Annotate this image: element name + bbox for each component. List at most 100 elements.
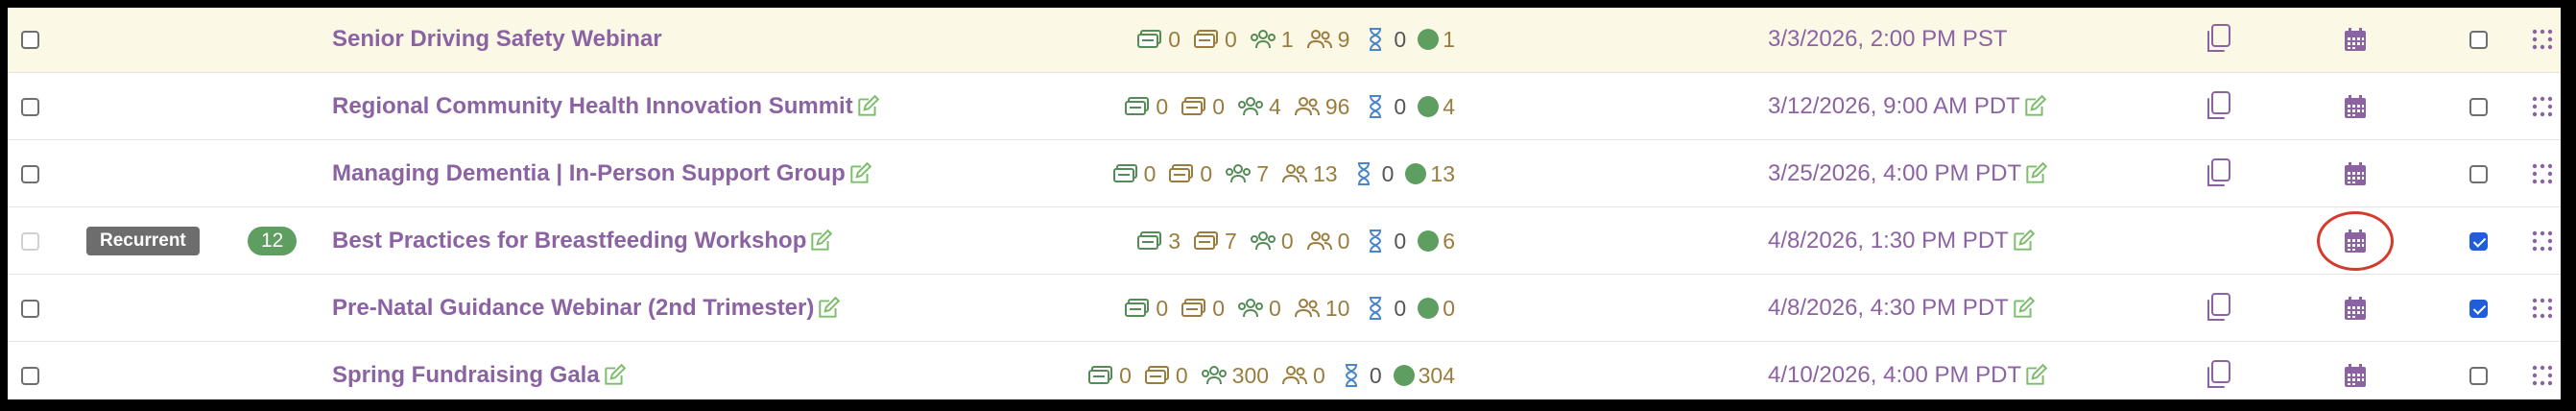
event-date-link[interactable]: 3/12/2026, 9:00 AM PDT xyxy=(1768,93,2020,120)
calendar-icon[interactable] xyxy=(2344,27,2367,52)
registrants-icon xyxy=(1306,231,1332,251)
recurrent-badge: Recurrent xyxy=(86,227,200,255)
edit-icon[interactable] xyxy=(2023,363,2048,388)
occurrence-count-badge[interactable]: 12 xyxy=(248,227,298,255)
row-select-checkbox[interactable] xyxy=(21,231,39,251)
event-counts: 0 0 300 0 0 304 xyxy=(1086,342,1465,399)
drag-handle-icon[interactable] xyxy=(2532,96,2553,117)
count-value: 0 xyxy=(1394,228,1407,254)
publish-checkbox[interactable] xyxy=(2469,164,2488,183)
count-value: 0 xyxy=(1394,295,1407,321)
calendar-icon[interactable] xyxy=(2344,363,2367,388)
drag-handle-icon[interactable] xyxy=(2532,298,2553,319)
row-select-checkbox[interactable] xyxy=(21,97,39,116)
count-value: 0 xyxy=(1443,295,1455,321)
count-value: 0 xyxy=(1200,160,1213,186)
count-value: 0 xyxy=(1212,295,1226,321)
count-value: 0 xyxy=(1156,295,1169,321)
row-select-checkbox[interactable] xyxy=(21,30,39,49)
copy-icon[interactable] xyxy=(2204,23,2232,56)
event-row: Recurrent 12 Best Practices for Breastfe… xyxy=(8,207,2561,275)
tickets-icon xyxy=(1125,97,1150,115)
count-value: 4 xyxy=(1269,93,1281,119)
event-list: Senior Driving Safety Webinar 0 0 1 9 0 … xyxy=(8,8,2561,399)
count-value: 9 xyxy=(1337,26,1350,52)
count-value: 0 xyxy=(1175,362,1188,388)
count-value: 7 xyxy=(1256,160,1270,186)
count-value: 304 xyxy=(1418,362,1455,388)
event-title-link[interactable]: Regional Community Health Innovation Sum… xyxy=(332,93,853,120)
event-date-link[interactable]: 3/25/2026, 4:00 PM PDT xyxy=(1768,160,2021,187)
tickets-icon xyxy=(1137,30,1162,48)
count-value: 0 xyxy=(1280,228,1294,254)
event-counts: 0 0 1 9 0 1 xyxy=(1135,8,1465,73)
edit-icon[interactable] xyxy=(847,161,872,186)
edit-icon[interactable] xyxy=(2022,94,2047,119)
status-dot-icon xyxy=(1393,365,1415,386)
publish-checkbox[interactable] xyxy=(2469,231,2488,251)
status-dot-icon xyxy=(1418,230,1440,252)
hourglass-icon xyxy=(1357,162,1370,185)
event-title-link[interactable]: Best Practices for Breastfeeding Worksho… xyxy=(332,228,806,254)
event-row: Senior Driving Safety Webinar 0 0 1 9 0 … xyxy=(8,8,2561,73)
count-value: 0 xyxy=(1119,362,1132,388)
attendees-icon xyxy=(1238,299,1264,318)
count-value: 0 xyxy=(1212,93,1226,119)
edit-icon[interactable] xyxy=(816,296,841,321)
tickets-icon xyxy=(1137,231,1162,250)
event-counts: 3 7 0 0 0 6 xyxy=(1135,207,1465,275)
count-value: 0 xyxy=(1394,93,1407,119)
tickets-alt-icon xyxy=(1144,366,1169,384)
event-row: Pre-Natal Guidance Webinar (2nd Trimeste… xyxy=(8,275,2561,342)
copy-icon[interactable] xyxy=(2204,359,2232,392)
edit-icon[interactable] xyxy=(808,229,833,254)
count-value: 1 xyxy=(1280,26,1294,52)
event-date-link[interactable]: 4/8/2026, 1:30 PM PDT xyxy=(1768,228,2009,254)
event-date-link[interactable]: 3/3/2026, 2:00 PM PST xyxy=(1768,26,2007,53)
count-value: 1 xyxy=(1443,26,1455,52)
count-value: 13 xyxy=(1313,160,1338,186)
publish-checkbox[interactable] xyxy=(2469,299,2488,318)
calendar-icon[interactable] xyxy=(2344,94,2367,119)
registrants-icon xyxy=(1294,299,1320,318)
edit-icon[interactable] xyxy=(2023,161,2048,186)
event-counts: 0 0 4 96 0 4 xyxy=(1123,73,1465,140)
publish-checkbox[interactable] xyxy=(2469,366,2488,385)
attendees-icon xyxy=(1250,231,1276,251)
publish-checkbox[interactable] xyxy=(2469,97,2488,116)
row-select-checkbox[interactable] xyxy=(21,366,39,385)
tickets-alt-icon xyxy=(1181,97,1206,115)
event-row: Regional Community Health Innovation Sum… xyxy=(8,73,2561,140)
registrants-icon xyxy=(1306,30,1332,49)
row-select-checkbox[interactable] xyxy=(21,164,39,183)
copy-icon[interactable] xyxy=(2204,292,2232,325)
edit-icon[interactable] xyxy=(855,94,880,119)
calendar-icon[interactable] xyxy=(2344,161,2367,186)
count-value: 4 xyxy=(1443,93,1455,119)
registrants-icon xyxy=(1294,97,1320,116)
event-date-link[interactable]: 4/8/2026, 4:30 PM PDT xyxy=(1768,295,2009,322)
publish-checkbox[interactable] xyxy=(2469,30,2488,49)
event-title-link[interactable]: Managing Dementia | In-Person Support Gr… xyxy=(332,160,846,187)
copy-icon[interactable] xyxy=(2204,157,2232,190)
edit-icon[interactable] xyxy=(602,363,627,388)
edit-icon[interactable] xyxy=(2011,229,2036,254)
count-value: 0 xyxy=(1269,295,1281,321)
edit-icon[interactable] xyxy=(2011,296,2036,321)
status-dot-icon xyxy=(1418,298,1440,319)
drag-handle-icon[interactable] xyxy=(2532,163,2553,184)
event-title-link[interactable]: Spring Fundraising Gala xyxy=(332,362,600,389)
drag-handle-icon[interactable] xyxy=(2532,365,2553,386)
highlight-annotation-circle xyxy=(2317,211,2394,271)
attendees-icon xyxy=(1238,97,1264,116)
drag-handle-icon[interactable] xyxy=(2532,230,2553,252)
event-title-link[interactable]: Pre-Natal Guidance Webinar (2nd Trimeste… xyxy=(332,295,814,322)
event-title-link[interactable]: Senior Driving Safety Webinar xyxy=(332,26,662,53)
count-value: 3 xyxy=(1168,228,1181,254)
event-date-link[interactable]: 4/10/2026, 4:00 PM PDT xyxy=(1768,362,2021,389)
row-select-checkbox[interactable] xyxy=(21,299,39,318)
copy-icon[interactable] xyxy=(2204,90,2232,123)
calendar-icon[interactable] xyxy=(2344,296,2367,321)
drag-handle-icon[interactable] xyxy=(2532,29,2553,50)
count-value: 10 xyxy=(1324,295,1350,321)
